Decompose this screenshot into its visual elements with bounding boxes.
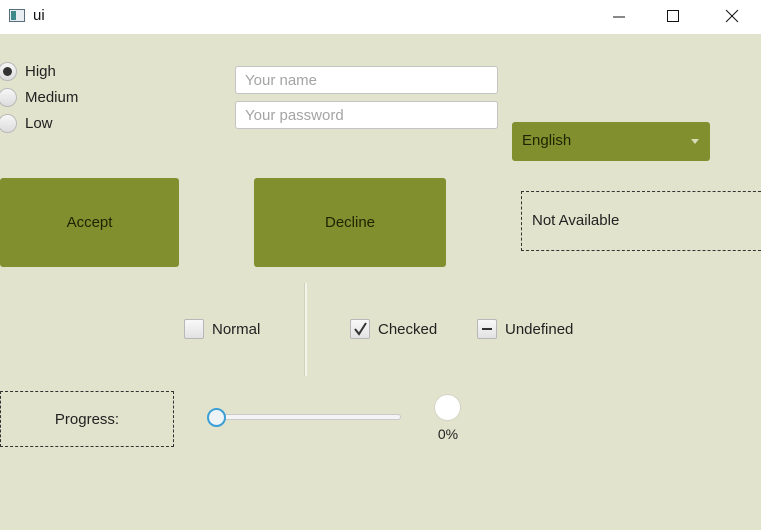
status-label-box: Not Available — [521, 191, 761, 251]
indeterminate-icon — [477, 319, 497, 339]
vertical-separator — [304, 283, 307, 376]
close-icon — [725, 9, 739, 23]
checkmark-icon — [350, 319, 370, 339]
checkbox-checked[interactable]: Checked — [350, 319, 437, 339]
progress-indicator — [434, 394, 461, 421]
checkbox-label: Undefined — [505, 320, 574, 338]
radio-high[interactable]: High — [0, 62, 56, 81]
progress-slider-track[interactable] — [208, 414, 401, 420]
radio-selected-icon — [0, 62, 17, 81]
checkbox-normal[interactable]: Normal — [184, 319, 260, 339]
radio-unselected-icon — [0, 88, 17, 107]
application-window: ui High Medium Low English Accept Declin… — [0, 0, 761, 530]
checkbox-label: Checked — [378, 320, 438, 338]
chevron-down-icon — [691, 139, 699, 144]
maximize-icon — [667, 10, 679, 22]
accept-button[interactable]: Accept — [0, 178, 179, 267]
progress-label: Progress: — [54, 411, 120, 428]
checkbox-undefined[interactable]: Undefined — [477, 319, 573, 339]
app-window-icon — [9, 9, 25, 22]
radio-label: High — [25, 63, 56, 80]
status-label: Not Available — [532, 212, 620, 229]
language-selected-value: English — [522, 132, 572, 149]
checkbox-label: Normal — [212, 320, 261, 338]
close-button[interactable] — [710, 0, 756, 34]
progress-percent: 0% — [437, 426, 459, 442]
radio-low[interactable]: Low — [0, 114, 53, 133]
language-dropdown[interactable]: English — [512, 122, 710, 161]
password-input[interactable] — [235, 101, 498, 129]
window-title: ui — [33, 7, 45, 24]
slider-thumb[interactable] — [207, 408, 226, 427]
radio-unselected-icon — [0, 114, 17, 133]
radio-label: Medium — [25, 89, 79, 106]
checkbox-unchecked-icon — [184, 319, 204, 339]
title-bar: ui — [0, 0, 761, 34]
decline-button[interactable]: Decline — [254, 178, 446, 267]
minimize-icon — [613, 16, 625, 18]
name-input[interactable] — [235, 66, 498, 94]
radio-label: Low — [25, 115, 53, 132]
maximize-button[interactable] — [651, 0, 697, 34]
minimize-button[interactable] — [597, 0, 643, 34]
progress-label-box: Progress: — [0, 391, 174, 447]
radio-medium[interactable]: Medium — [0, 88, 78, 107]
